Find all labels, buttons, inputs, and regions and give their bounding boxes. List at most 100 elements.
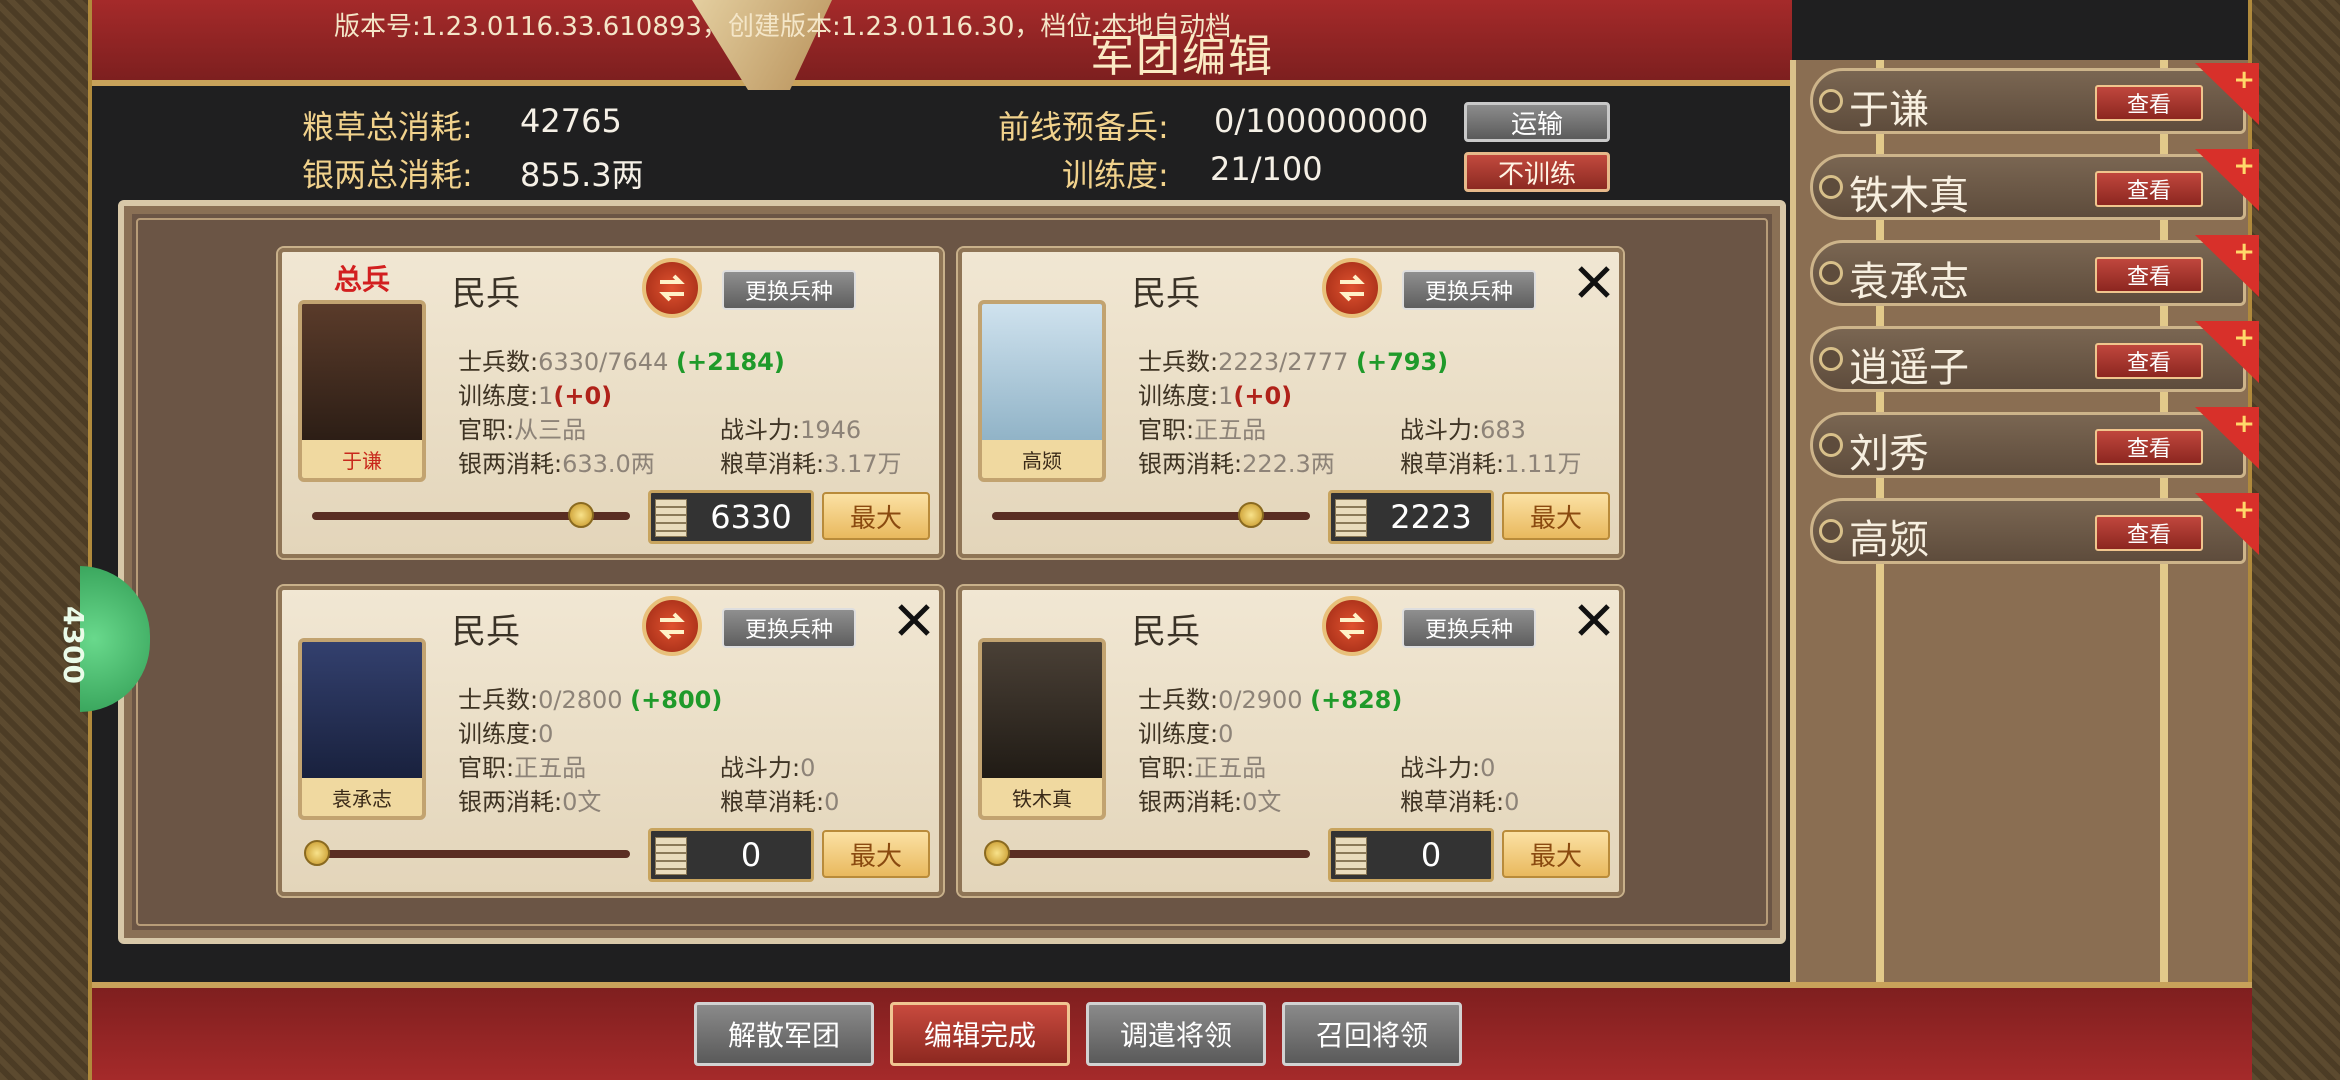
training-label: 训练度: — [458, 720, 539, 748]
quantity-slider[interactable] — [312, 502, 630, 528]
general-portrait[interactable]: 袁承志 — [298, 638, 426, 820]
power-label: 战斗力: — [1400, 416, 1481, 444]
swap-icon[interactable] — [1322, 258, 1382, 318]
portrait-art — [302, 642, 422, 782]
silver-label: 银两消耗: — [1138, 450, 1243, 478]
general-portrait[interactable]: 铁木真 — [978, 638, 1106, 820]
quantity-box[interactable]: 6330 — [648, 490, 814, 544]
power-value: 683 — [1480, 416, 1526, 444]
disband-button[interactable]: 解散军团 — [694, 1002, 874, 1066]
calculator-icon[interactable] — [1335, 499, 1367, 537]
swap-icon[interactable] — [642, 258, 702, 318]
change-unit-button[interactable]: 更换兵种 — [1402, 270, 1536, 310]
quantity-box[interactable]: 2223 — [1328, 490, 1494, 544]
power-label: 战斗力: — [720, 754, 801, 782]
general-name: 铁木真 — [1849, 173, 1969, 219]
power-row: 战斗力:0 — [720, 748, 815, 783]
rank-label: 官职: — [458, 416, 515, 444]
slider-knob[interactable] — [984, 840, 1010, 866]
no-training-button[interactable]: 不训练 — [1464, 152, 1610, 192]
training-value: 1 — [538, 382, 554, 410]
recall-button[interactable]: 召回将领 — [1282, 1002, 1462, 1066]
slider-knob[interactable] — [567, 502, 594, 528]
quantity-box[interactable]: 0 — [1328, 828, 1494, 882]
unit-type: 民兵 — [452, 612, 520, 652]
close-icon[interactable] — [1572, 598, 1616, 642]
view-button[interactable]: 查看 — [2095, 515, 2203, 551]
swap-icon[interactable] — [1322, 596, 1382, 656]
quantity-slider[interactable] — [992, 502, 1310, 528]
change-unit-button[interactable]: 更换兵种 — [1402, 608, 1536, 648]
general-list-item[interactable]: 铁木真 查看 + — [1810, 149, 2259, 220]
general-portrait[interactable]: 高颎 — [978, 300, 1106, 482]
reserve-label: 前线预备兵: — [998, 108, 1169, 146]
view-button[interactable]: 查看 — [2095, 429, 2203, 465]
max-button[interactable]: 最大 — [822, 492, 930, 540]
general-list-item[interactable]: 袁承志 查看 + — [1810, 235, 2259, 306]
done-button[interactable]: 编辑完成 — [890, 1002, 1070, 1066]
side-badge-text: 4300 — [57, 606, 90, 684]
unit-type: 民兵 — [452, 274, 520, 314]
general-list-item[interactable]: 于谦 查看 + — [1810, 63, 2259, 134]
general-portrait[interactable]: 于谦 — [298, 300, 426, 482]
quantity-slider[interactable] — [984, 840, 1310, 866]
rank-row: 官职:正五品 — [1138, 748, 1266, 783]
training-label: 训练度: — [1138, 382, 1219, 410]
soldiers-row: 士兵数:0/2900 (+828) — [1138, 680, 1402, 715]
page-title: 军团编辑 — [1090, 31, 1274, 82]
grain-row: 粮草消耗:0 — [720, 782, 839, 817]
general-name: 袁承志 — [1849, 259, 1969, 305]
grain-label: 粮草消耗: — [1400, 788, 1505, 816]
change-unit-button[interactable]: 更换兵种 — [722, 608, 856, 648]
close-icon[interactable] — [892, 598, 936, 642]
training-row: 训练度:0 — [458, 714, 553, 749]
view-button[interactable]: 查看 — [2095, 257, 2203, 293]
soldiers-row: 士兵数:2223/2777 (+793) — [1138, 342, 1448, 377]
view-button[interactable]: 查看 — [2095, 85, 2203, 121]
swap-icon[interactable] — [642, 596, 702, 656]
max-button[interactable]: 最大 — [1502, 492, 1610, 540]
calculator-icon[interactable] — [655, 499, 687, 537]
bullet-icon — [1819, 347, 1843, 371]
training-label: 训练度: — [1062, 156, 1169, 194]
slider-knob[interactable] — [1238, 502, 1265, 528]
calculator-icon[interactable] — [1335, 837, 1367, 875]
calculator-icon[interactable] — [655, 837, 687, 875]
portrait-name: 铁木真 — [982, 778, 1102, 816]
power-row: 战斗力:0 — [1400, 748, 1495, 783]
general-list-item[interactable]: 高颎 查看 + — [1810, 493, 2259, 564]
transport-button[interactable]: 运输 — [1464, 102, 1610, 142]
view-button[interactable]: 查看 — [2095, 343, 2203, 379]
dispatch-button[interactable]: 调遣将领 — [1086, 1002, 1266, 1066]
view-button[interactable]: 查看 — [2095, 171, 2203, 207]
general-list-item[interactable]: 刘秀 查看 + — [1810, 407, 2259, 478]
quantity-slider[interactable] — [304, 840, 630, 866]
rank-row: 官职:从三品 — [458, 410, 586, 445]
rank-label: 官职: — [1138, 754, 1195, 782]
grain-value: 1.11万 — [1504, 450, 1582, 478]
silver-row: 银两消耗:0文 — [458, 782, 601, 817]
soldiers-row: 士兵数:6330/7644 (+2184) — [458, 342, 785, 377]
bullet-icon — [1819, 261, 1843, 285]
training-bonus: (+0) — [1233, 382, 1293, 410]
change-unit-button[interactable]: 更换兵种 — [722, 270, 856, 310]
bullet-icon — [1819, 433, 1843, 457]
silver-label: 银两消耗: — [458, 788, 563, 816]
grain-value: 0 — [1504, 788, 1520, 816]
rank-value: 从三品 — [514, 416, 587, 444]
max-button[interactable]: 最大 — [822, 830, 930, 878]
close-icon[interactable] — [1572, 260, 1616, 304]
grain-label: 粮草消耗: — [1400, 450, 1505, 478]
soldiers-row: 士兵数:0/2800 (+800) — [458, 680, 722, 715]
unit-card: 袁承志 民兵 更换兵种 士兵数:0/2800 (+800) 训练度:0 官职:正… — [278, 586, 943, 896]
soldiers-bonus: (+800) — [630, 686, 723, 714]
slider-knob[interactable] — [304, 840, 330, 866]
soldiers-value: 2223/2777 — [1218, 348, 1349, 376]
rank-label: 官职: — [1138, 416, 1195, 444]
general-list-item[interactable]: 逍遥子 查看 + — [1810, 321, 2259, 392]
quantity-box[interactable]: 0 — [648, 828, 814, 882]
max-button[interactable]: 最大 — [1502, 830, 1610, 878]
training-label: 训练度: — [1138, 720, 1219, 748]
unit-card: 铁木真 民兵 更换兵种 士兵数:0/2900 (+828) 训练度:0 官职:正… — [958, 586, 1623, 896]
general-name: 逍遥子 — [1849, 345, 1969, 391]
